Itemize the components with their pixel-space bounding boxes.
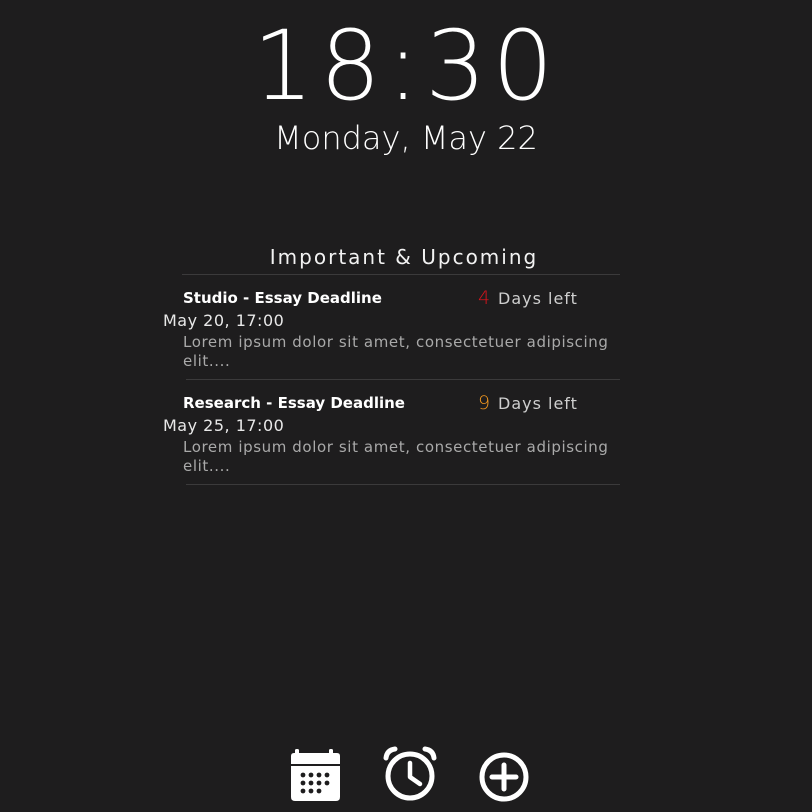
calendar-button[interactable] — [286, 744, 346, 804]
bottom-dock — [0, 744, 812, 804]
event-title: Research - Essay Deadline — [183, 394, 405, 412]
add-button[interactable] — [474, 744, 534, 804]
event-days-count: 4 — [478, 287, 491, 309]
upcoming-section-title: Important & Upcoming — [269, 245, 539, 269]
clock-time: 18:30 — [252, 10, 560, 122]
event-days-count: 9 — [478, 392, 491, 414]
event-item[interactable]: Studio - Essay Deadline 4 Days left May … — [0, 287, 812, 388]
event-title: Studio - Essay Deadline — [183, 289, 382, 307]
event-days-label: Days left — [498, 394, 578, 413]
alarm-clock-icon — [383, 746, 437, 801]
section-divider — [182, 274, 620, 275]
calendar-icon — [291, 749, 340, 801]
event-divider — [186, 484, 620, 485]
alarm-button[interactable] — [380, 744, 440, 804]
event-item[interactable]: Research - Essay Deadline 9 Days left Ma… — [0, 392, 812, 493]
event-divider — [186, 379, 620, 380]
event-datetime: May 20, 17:00 — [163, 311, 285, 330]
lock-screen: 18:30 Monday, May 22 Important & Upcomin… — [0, 0, 812, 812]
clock-date: Monday, May 22 — [274, 119, 538, 157]
event-description: Lorem ipsum dolor sit amet, consectetuer… — [183, 438, 609, 475]
add-circle-icon — [479, 752, 529, 802]
event-datetime: May 25, 17:00 — [163, 416, 285, 435]
event-days-label: Days left — [498, 289, 578, 308]
event-description: Lorem ipsum dolor sit amet, consectetuer… — [183, 333, 609, 370]
